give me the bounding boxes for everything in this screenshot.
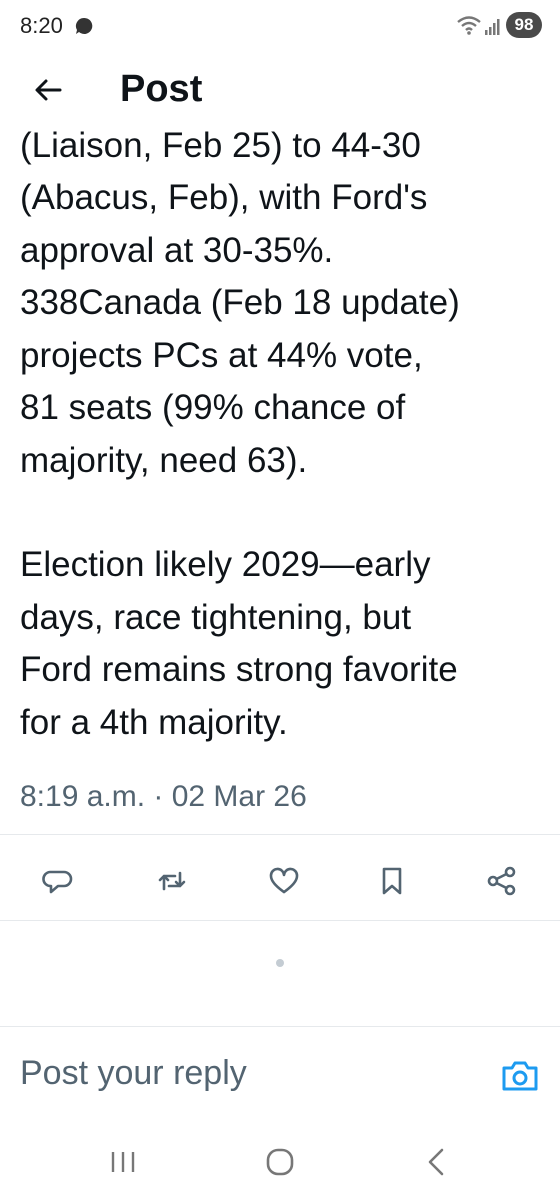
page-title: Post [120, 68, 203, 110]
post-text-line: for a 4th majority. [20, 702, 288, 742]
camera-icon [502, 1061, 538, 1091]
post-text-line: (Liaison, Feb 25) to 44-30 [20, 128, 421, 165]
system-back-button[interactable] [424, 1146, 450, 1183]
recents-button[interactable] [110, 1148, 136, 1181]
chat-bubble-icon [74, 16, 94, 41]
system-nav-bar [0, 1130, 560, 1200]
post-text-line: Ford remains strong favorite [20, 650, 458, 689]
header: Post [0, 52, 560, 128]
reply-button[interactable] [36, 856, 80, 906]
camera-button[interactable] [500, 1058, 540, 1099]
signal-icon [484, 16, 502, 41]
action-bar [0, 856, 560, 906]
share-button[interactable] [480, 856, 524, 906]
back-icon [428, 1148, 444, 1176]
share-icon [487, 866, 516, 896]
reply-icon [42, 870, 73, 894]
post-text-line: 338Canada (Feb 18 update) [20, 283, 460, 322]
post-text-line: approval at 30-35%. [20, 230, 334, 270]
recents-icon [111, 1152, 135, 1172]
repost-button[interactable] [150, 856, 194, 906]
arrow-left-icon [35, 79, 62, 101]
bookmark-button[interactable] [370, 856, 414, 906]
post-text-line: days, race tightening, but [20, 597, 412, 637]
status-bar: 8:20 98 [0, 0, 560, 52]
post-text-line: majority, need 63). [20, 440, 308, 480]
post-timestamp[interactable]: 8:19 a.m. · 02 Mar 26 [20, 780, 307, 814]
reply-input[interactable]: Post your reply [20, 1054, 247, 1093]
back-button[interactable] [28, 70, 68, 110]
like-icon [269, 867, 299, 894]
repost-icon [158, 871, 186, 891]
post-body: (Liaison, Feb 25) to 44-30 (Abacus, Feb)… [20, 128, 550, 749]
reply-composer: Post your reply [0, 1030, 560, 1130]
home-icon [266, 1148, 294, 1176]
post-text-line: Election likely 2029—early [20, 545, 431, 584]
bookmark-icon [382, 867, 402, 895]
divider [0, 1026, 560, 1027]
divider [0, 920, 560, 921]
like-button[interactable] [262, 856, 306, 906]
status-time: 8:20 [20, 13, 63, 38]
post-text-line: projects PCs at 44% vote, [20, 335, 423, 375]
loading-indicator [276, 959, 284, 967]
divider [0, 834, 560, 835]
wifi-icon [456, 14, 482, 41]
home-button[interactable] [264, 1146, 296, 1183]
post-text-line: (Abacus, Feb), with Ford's [20, 178, 428, 217]
battery-indicator: 98 [506, 12, 542, 38]
post-text-line: 81 seats (99% chance of [20, 388, 406, 427]
